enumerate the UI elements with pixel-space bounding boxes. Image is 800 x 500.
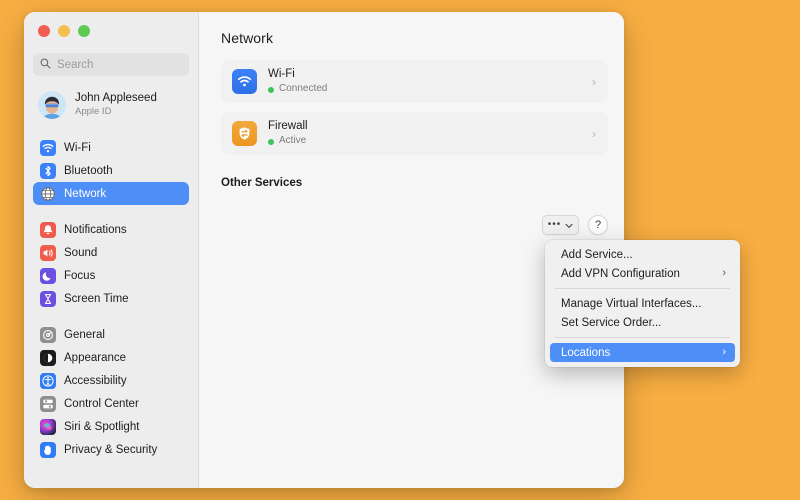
sidebar-group-connectivity: Wi-Fi Bluetooth Network [33,136,189,205]
menu-separator [555,337,730,338]
more-options-button[interactable]: ••• [542,215,579,235]
sidebar-item-notifications[interactable]: Notifications [33,218,189,241]
search-field[interactable] [33,53,189,76]
sidebar-item-label: Privacy & Security [64,443,158,456]
profile-text: John Appleseed Apple ID [75,92,157,117]
chevron-right-icon[interactable]: › [592,128,596,140]
status-dot [268,86,274,93]
service-row-wi-fi[interactable]: Wi-Fi Connected › [221,60,608,103]
bluetooth-icon [40,162,56,179]
sidebar-item-screen-time[interactable]: Screen Time [33,287,189,310]
sidebar-item-sound[interactable]: Sound [33,241,189,264]
chevron-down-icon [565,216,573,234]
submenu-chevron-icon: › [722,346,726,358]
menu-item-label: Add Service... [561,248,633,261]
maximize-button[interactable] [78,25,90,37]
profile-subtitle: Apple ID [75,105,112,117]
sidebar-item-siri-and-spotlight[interactable]: Siri & Spotlight [33,415,189,438]
page-title: Network [221,30,274,46]
sidebar-item-label: Accessibility [64,374,127,387]
more-options-menu: Add Service... Add VPN Configuration › M… [545,240,740,367]
sidebar-item-label: Wi-Fi [64,141,91,154]
service-status: Connected [268,83,581,96]
sidebar-item-label: Bluetooth [64,164,113,177]
chevron-right-icon[interactable]: › [592,76,596,88]
bell-icon [40,221,56,238]
menu-item-label: Add VPN Configuration [561,267,680,280]
avatar [38,91,66,119]
siri-icon [40,418,56,435]
sidebar-item-bluetooth[interactable]: Bluetooth [33,159,189,182]
menu-item-locations[interactable]: Locations › [550,343,735,362]
hand-icon [40,441,56,458]
status-dot [268,138,274,145]
gear-icon [40,326,56,343]
minimize-button[interactable] [58,25,70,37]
sidebar-item-label: Focus [64,269,96,282]
profile-name: John Appleseed [75,92,157,105]
status-label: Active [279,135,307,147]
sidebar-item-network[interactable]: Network [33,182,189,205]
moon-icon [40,267,56,284]
accessibility-icon [40,372,56,389]
sidebar-item-control-center[interactable]: Control Center [33,392,189,415]
sidebar-item-general[interactable]: General [33,323,189,346]
appearance-icon [40,349,56,366]
other-services-heading: Other Services [221,177,303,189]
service-info: Firewall Active [268,119,581,148]
menu-item-manage-virtual-interfaces[interactable]: Manage Virtual Interfaces... [550,294,735,313]
search-input[interactable] [57,58,182,71]
menu-item-label: Manage Virtual Interfaces... [561,297,702,310]
menu-separator [555,288,730,289]
sidebar-item-privacy-and-security[interactable]: Privacy & Security [33,438,189,461]
system-settings-window: John Appleseed Apple ID Wi-Fi [24,12,624,488]
service-name: Firewall [268,120,308,133]
menu-item-add-vpn-configuration[interactable]: Add VPN Configuration › [550,264,735,283]
globe-icon [40,186,56,202]
service-name: Wi-Fi [268,68,295,81]
content-toolbar: ••• ? [542,215,608,235]
sidebar-item-label: General [64,328,105,341]
sidebar-item-accessibility[interactable]: Accessibility [33,369,189,392]
sidebar-item-wi-fi[interactable]: Wi-Fi [33,136,189,159]
sidebar-item-focus[interactable]: Focus [33,264,189,287]
ellipsis-icon: ••• [547,219,562,230]
service-status: Active [268,135,581,148]
service-info: Wi-Fi Connected [268,67,581,96]
help-button[interactable]: ? [588,215,608,235]
sidebar: John Appleseed Apple ID Wi-Fi [24,12,199,488]
control-center-icon [40,395,56,412]
sidebar-item-label: Sound [64,246,98,259]
sidebar-item-label: Notifications [64,223,127,236]
close-button[interactable] [38,25,50,37]
sidebar-item-label: Network [64,187,107,200]
sidebar-item-label: Siri & Spotlight [64,420,140,433]
sidebar-item-label: Screen Time [64,292,129,305]
hourglass-icon [40,290,56,307]
sidebar-item-appearance[interactable]: Appearance [33,346,189,369]
status-label: Connected [279,83,328,95]
sidebar-group-system: General Appearance Accessibility Control… [33,323,189,461]
wifi-icon [232,69,257,94]
service-row-firewall[interactable]: Firewall Active › [221,112,608,155]
speaker-icon [40,244,56,261]
submenu-chevron-icon: › [722,267,726,279]
sidebar-item-label: Control Center [64,397,139,410]
search-icon [40,56,51,74]
wifi-icon [40,139,56,156]
sidebar-group-alerts: Notifications Sound Focus Screen Time [33,218,189,310]
apple-id-profile[interactable]: John Appleseed Apple ID [33,88,189,122]
menu-item-label: Locations [561,346,611,359]
menu-item-label: Set Service Order... [561,316,662,329]
menu-item-add-service[interactable]: Add Service... [550,245,735,264]
firewall-icon [232,121,257,146]
menu-item-set-service-order[interactable]: Set Service Order... [550,313,735,332]
window-controls [33,12,189,37]
sidebar-item-label: Appearance [64,351,127,364]
